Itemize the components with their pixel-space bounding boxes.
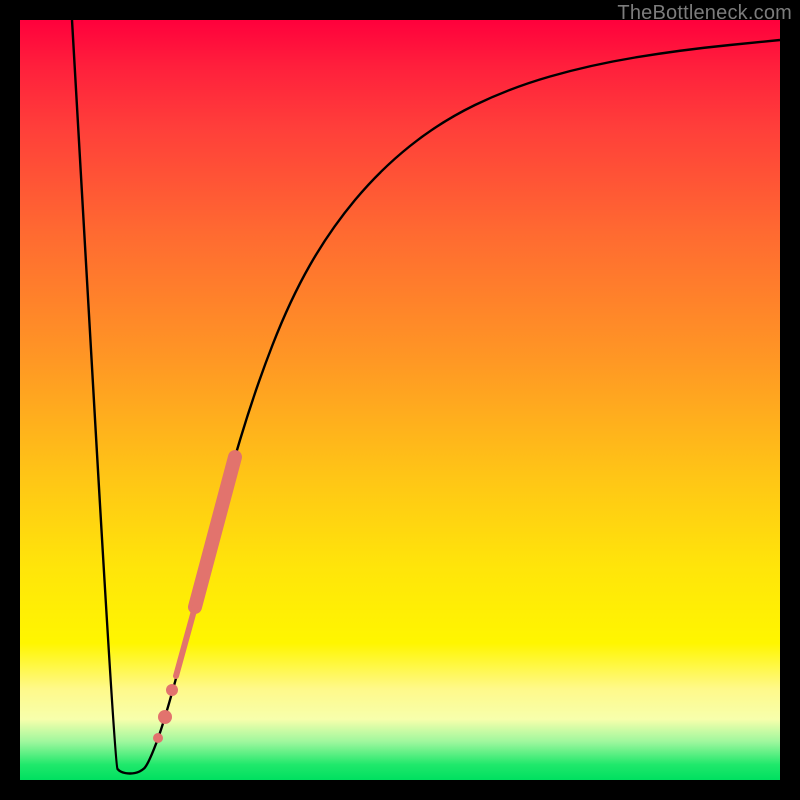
- marker-thick-segment: [195, 457, 235, 607]
- chart-frame: TheBottleneck.com: [0, 0, 800, 800]
- marker-dot: [153, 733, 163, 743]
- watermark-text: TheBottleneck.com: [617, 2, 792, 25]
- marker-dot: [158, 710, 172, 724]
- marker-layer: [153, 457, 235, 743]
- marker-thin-segment: [176, 607, 195, 676]
- curve-layer: [20, 20, 780, 780]
- marker-dot: [166, 684, 178, 696]
- plot-area: [20, 20, 780, 780]
